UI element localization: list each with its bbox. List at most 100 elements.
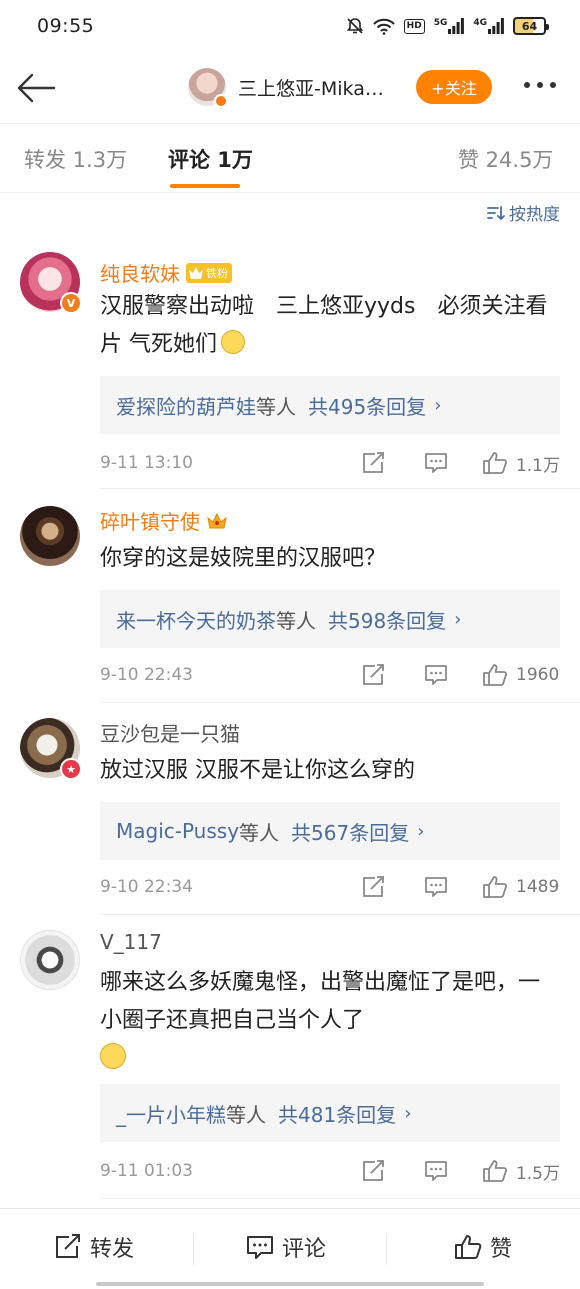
share-icon (363, 664, 384, 685)
chevron-right-icon: › (404, 1102, 412, 1124)
sort-icon (487, 205, 505, 220)
comment-bubble-icon (425, 877, 447, 897)
reply-users[interactable]: 来一杯今天的奶茶 (116, 605, 276, 634)
signal-4g-icon: 4G (473, 18, 504, 34)
status-time: 09:55 (37, 15, 95, 37)
comment-text-content: 哪来这么多妖魔鬼怪，出警出魔怔了是吧，一小圈子还真把自己当个人了 (100, 970, 541, 1033)
reply-comment-button[interactable] (424, 452, 448, 474)
top-nav: 三上悠亚-Mika… +关注 (0, 52, 580, 124)
commenter-avatar[interactable] (20, 506, 80, 566)
chevron-right-icon: › (417, 820, 425, 842)
like-comment-button[interactable]: 1.1万 (482, 451, 560, 476)
replies-preview[interactable]: 爱探险的葫芦娃 等人 共495条回复 › (100, 376, 560, 434)
author-info[interactable]: 三上悠亚-Mika… (188, 68, 384, 108)
comment-text: 汉服警察出动啦 三上悠亚yyds 必须关注看片 气死她们 (100, 288, 560, 364)
comment-time: 9-10 22:43 (100, 665, 193, 685)
bar-divider (193, 1233, 194, 1265)
dot-icon (524, 82, 530, 88)
reply-suffix: 等人 (276, 608, 316, 633)
replies-preview[interactable]: 来一杯今天的奶茶 等人 共598条回复 › (100, 590, 560, 648)
tab-comment[interactable]: 评论 1万 (168, 144, 253, 174)
chevron-right-icon: › (454, 608, 462, 630)
reply-count: 共481条回复 (278, 1102, 397, 1127)
tabs-divider (0, 192, 580, 193)
comment-button[interactable]: 评论 (246, 1231, 326, 1263)
comment-text-content: 汉服警察出动啦 三上悠亚yyds 必须关注看片 气死她们 (100, 294, 548, 357)
share-comment-button[interactable] (362, 452, 386, 474)
commenter-name-row: 豆沙包是一只猫 (100, 718, 240, 747)
follow-button[interactable]: +关注 (416, 70, 492, 104)
comment-meta: 9-11 01:03 1.5万 (100, 1156, 560, 1186)
status-icons: HD 5G 4G 64 (346, 17, 549, 35)
tab-like[interactable]: 赞 24.5万 (458, 144, 553, 174)
comment-meta: 9-10 22:34 1489 (100, 872, 560, 902)
comment-meta: 9-11 13:10 1.1万 (100, 448, 560, 478)
like-count: 1489 (516, 877, 560, 897)
commenter-avatar[interactable] (20, 930, 80, 990)
like-comment-button[interactable]: 1960 (482, 663, 560, 687)
commenter-avatar[interactable]: ★ (20, 718, 82, 780)
reply-count: 共495条回复 (308, 394, 427, 419)
worried-face-emoji-icon (221, 330, 245, 354)
commenter-name[interactable]: 豆沙包是一只猫 (100, 718, 240, 747)
comment-text: 你穿的这是妓院里的汉服吧？ (100, 546, 387, 571)
tab-repost[interactable]: 转发 1.3万 (24, 144, 127, 174)
replies-preview[interactable]: Magic-Pussy 等人 共567条回复 › (100, 802, 560, 860)
share-comment-button[interactable] (362, 1160, 386, 1182)
star-badge-icon: ★ (60, 758, 82, 780)
like-count: 1.1万 (515, 455, 560, 476)
active-tab-indicator (170, 184, 240, 188)
signal-5g-icon: 5G (434, 18, 465, 34)
comment-text: 哪来这么多妖魔鬼怪，出警出魔怔了是吧，一小圈子还真把自己当个人了 (100, 964, 560, 1078)
like-label: 赞 (490, 1237, 513, 1262)
net-5g-label: 5G (433, 18, 448, 28)
avatar-image (20, 506, 80, 566)
replies-preview[interactable]: _一片小年糕 等人 共481条回复 › (100, 1084, 560, 1142)
author-avatar[interactable] (188, 68, 228, 108)
reply-comment-button[interactable] (424, 876, 448, 898)
comment-bubble-icon (247, 1236, 273, 1259)
home-indicator (96, 1282, 484, 1286)
commenter-name[interactable]: 碎叶镇守使 (100, 506, 200, 535)
sort-label: 按热度 (509, 205, 560, 225)
back-button[interactable] (16, 72, 56, 104)
repost-button[interactable]: 转发 (54, 1231, 134, 1263)
share-icon (363, 452, 384, 473)
comment-divider (100, 914, 580, 915)
comment-time: 9-11 13:10 (100, 453, 193, 473)
reply-users[interactable]: 爱探险的葫芦娃 (116, 391, 256, 420)
wifi-icon (372, 18, 395, 35)
sweat-face-emoji-icon (100, 1043, 126, 1069)
reply-users[interactable]: Magic-Pussy (116, 819, 239, 843)
sort-by-hot-button[interactable]: 按热度 (487, 200, 560, 225)
repost-label: 转发 (90, 1237, 135, 1262)
comment-meta: 9-10 22:43 1960 (100, 660, 560, 690)
commenter-avatar[interactable]: V (20, 252, 82, 314)
back-arrow-icon (17, 73, 56, 103)
vip-v-badge-icon: V (60, 292, 82, 314)
reply-comment-button[interactable] (424, 1160, 448, 1182)
more-options-button[interactable] (524, 82, 564, 94)
like-count: 1.5万 (515, 1163, 560, 1184)
thumbs-up-icon (483, 664, 508, 686)
commenter-name[interactable]: 纯良软妹 (100, 258, 180, 287)
comment-divider (100, 1198, 580, 1199)
like-comment-button[interactable]: 1.5万 (482, 1159, 560, 1184)
battery-icon: 64 (513, 17, 549, 35)
commenter-name[interactable]: V_117 (100, 930, 162, 954)
author-name[interactable]: 三上悠亚-Mika… (238, 74, 384, 101)
post-tabs: 转发 1.3万 评论 1万 赞 24.5万 (0, 124, 580, 192)
reply-comment-button[interactable] (424, 664, 448, 686)
reply-users[interactable]: _一片小年糕 (116, 1099, 226, 1128)
mute-bell-icon (346, 18, 363, 34)
iron-fan-badge: 铁粉 (186, 262, 232, 283)
share-comment-button[interactable] (362, 876, 386, 898)
dot-icon (550, 82, 556, 88)
share-comment-button[interactable] (362, 664, 386, 686)
net-4g-label: 4G (473, 18, 487, 28)
like-comment-button[interactable]: 1489 (482, 875, 560, 899)
comment-bubble-icon (425, 453, 447, 473)
like-button[interactable]: 赞 (454, 1231, 512, 1263)
share-icon (363, 1160, 384, 1181)
reply-suffix: 等人 (226, 1102, 266, 1127)
